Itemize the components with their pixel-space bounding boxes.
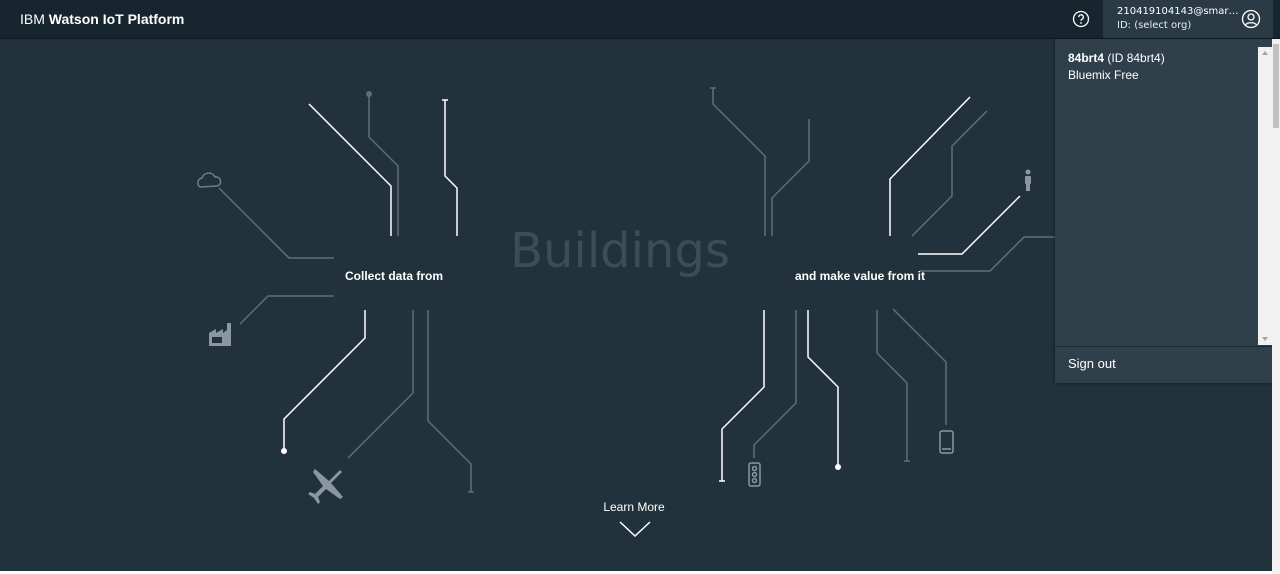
menu-divider xyxy=(1055,346,1272,347)
account-org-id: ID: (select org) xyxy=(1117,20,1192,31)
hero-left-caption: Collect data from xyxy=(344,269,443,283)
circuit-line xyxy=(347,310,414,459)
hero-right-caption: and make value from it xyxy=(794,269,926,283)
circuit-line xyxy=(218,187,334,259)
org-item[interactable]: 84brt4 (ID 84brt4) xyxy=(1068,51,1165,65)
circuit-line xyxy=(308,103,392,236)
learn-more-link[interactable]: Learn More xyxy=(584,500,684,514)
brand-name: Watson IoT Platform xyxy=(48,11,185,27)
hero-rotating-word: Buildings xyxy=(510,223,730,279)
circuit-line xyxy=(889,96,971,236)
help-circle-icon[interactable] xyxy=(1072,10,1090,28)
traffic-light-icon xyxy=(748,462,761,487)
brand-prefix: IBM xyxy=(20,11,45,27)
page-scrollbar-thumb[interactable] xyxy=(1273,44,1279,128)
account-email: 210419104143@smartin... xyxy=(1117,6,1241,17)
circuit-line xyxy=(753,310,797,458)
top-navigation-bar: IBM Watson IoT Platform 210419104143@sma… xyxy=(0,0,1280,39)
cloud-icon xyxy=(197,172,222,188)
factory-icon xyxy=(209,323,231,346)
sign-out-button[interactable]: Sign out xyxy=(1068,356,1116,371)
circuit-line xyxy=(283,310,366,451)
circuit-line xyxy=(807,310,839,467)
airplane-icon xyxy=(308,469,343,504)
dropdown-scrollbar[interactable] xyxy=(1258,47,1272,345)
mobile-phone-icon xyxy=(939,430,954,454)
circuit-line xyxy=(368,94,399,236)
circuit-node xyxy=(835,464,841,470)
org-id: (ID 84brt4) xyxy=(1107,51,1165,65)
user-avatar-icon xyxy=(1241,9,1261,29)
brand-logo-link[interactable]: IBM Watson IoT Platform xyxy=(20,11,184,27)
org-plan: Bluemix Free xyxy=(1068,68,1139,82)
account-menu-button[interactable]: 210419104143@smartin... ID: (select org) xyxy=(1103,0,1273,38)
org-name: 84brt4 xyxy=(1068,51,1105,65)
circuit-line xyxy=(721,310,765,481)
circuit-line xyxy=(771,119,810,236)
circuit-line xyxy=(892,308,947,425)
circuit-line xyxy=(918,195,1021,255)
account-dropdown-menu: 84brt4 (ID 84brt4) Bluemix Free Sign out xyxy=(1055,39,1272,383)
circuit-line xyxy=(444,100,458,236)
chevron-down-icon[interactable] xyxy=(619,520,651,538)
circuit-line xyxy=(876,310,908,461)
circuit-line xyxy=(712,88,766,236)
circuit-node xyxy=(366,91,372,97)
circuit-line xyxy=(911,110,988,237)
circuit-line xyxy=(239,295,334,325)
circuit-node xyxy=(281,448,287,454)
circuit-line xyxy=(427,310,472,492)
person-icon xyxy=(1025,169,1031,191)
